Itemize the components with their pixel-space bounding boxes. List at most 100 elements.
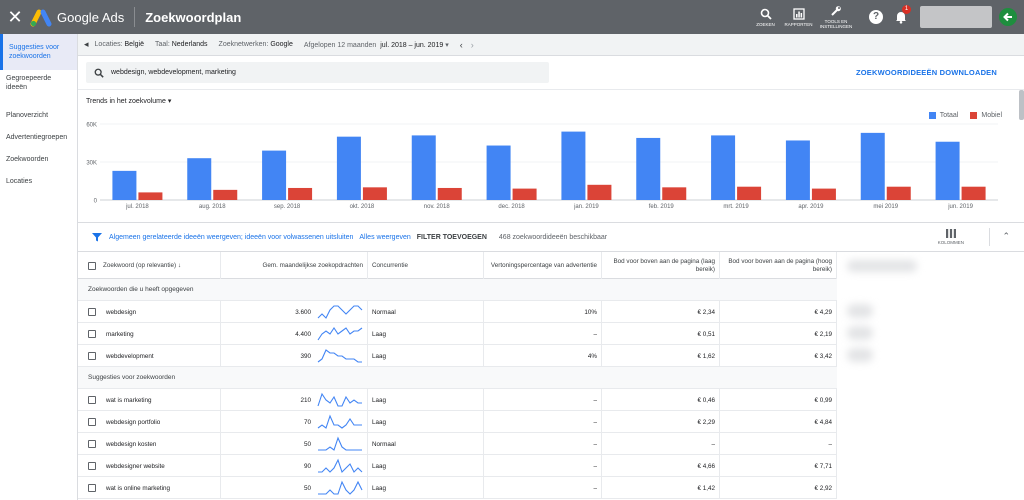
keyword-search-input[interactable]: webdesign, webdevelopment, marketing <box>86 62 549 83</box>
bar-mobile[interactable] <box>213 189 238 200</box>
sidebar-item-ad-groups[interactable]: Advertentiegroepen <box>0 133 77 142</box>
trend-sparkline <box>318 458 363 474</box>
select-all-checkbox[interactable] <box>88 261 96 270</box>
search-row: webdesign, webdevelopment, marketing ZOE… <box>78 56 1024 90</box>
bar-mobile[interactable] <box>737 186 762 200</box>
show-all-link[interactable]: Alles weergeven <box>359 234 410 241</box>
avg-searches-value: 4.400 <box>295 330 311 338</box>
language-filter[interactable]: Taal: Nederlands <box>155 41 208 48</box>
bar-total[interactable] <box>187 158 212 200</box>
keyword-text: wat is marketing <box>106 396 152 404</box>
bar-mobile[interactable] <box>288 187 313 200</box>
sparkline-path <box>318 458 363 474</box>
header-impression-share[interactable]: Vertoningspercentage van advertentie <box>484 252 602 279</box>
header-bid-high[interactable]: Bod voor boven aan de pagina (hoog berei… <box>720 252 837 279</box>
brand-name: Google Ads <box>57 9 125 25</box>
sidebar-item-plan-overview[interactable]: Planoverzicht <box>0 111 77 120</box>
notifications-button[interactable]: 1 <box>894 5 911 24</box>
dropdown-arrow-icon: ▾ <box>445 41 449 49</box>
bar-mobile[interactable] <box>961 186 986 200</box>
filter-icon[interactable] <box>91 231 103 243</box>
bar-total[interactable] <box>785 140 810 200</box>
competition-cell: Laag <box>368 411 484 433</box>
row-checkbox[interactable] <box>88 484 96 492</box>
sidebar-item-grouped-ideas[interactable]: Gegroepeerde ideeën <box>0 74 77 92</box>
bar-total[interactable] <box>112 170 137 200</box>
chevron-up-icon[interactable]: ⌃ <box>1002 231 1010 242</box>
header-bid-low[interactable]: Bod voor boven aan de pagina (laag berei… <box>602 252 720 279</box>
trend-sparkline <box>318 436 362 451</box>
help-icon[interactable]: ? <box>869 10 883 24</box>
y-tick-label: 0 <box>94 199 98 205</box>
competition-cell: Laag <box>368 389 484 411</box>
bar-total[interactable] <box>860 132 885 200</box>
add-filter-button[interactable]: FILTER TOEVOEGEN <box>417 234 487 241</box>
reports-button[interactable]: RAPPORTEN <box>782 7 815 27</box>
adult-ideas-filter-link[interactable]: Algemeen gerelateerde ideeën weergeven; … <box>109 234 353 241</box>
bar-mobile[interactable] <box>437 187 462 200</box>
language-value: Nederlands <box>171 41 208 48</box>
impression-share-cell: 10% <box>484 301 602 323</box>
scrollbar[interactable] <box>1019 90 1024 120</box>
row-checkbox[interactable] <box>88 396 96 404</box>
header-competition[interactable]: Concurrentie <box>368 252 484 279</box>
avg-searches-value: 90 <box>303 462 311 470</box>
date-range-filter[interactable]: Afgelopen 12 maanden jul. 2018 – jun. 20… <box>304 41 449 49</box>
row-checkbox[interactable] <box>88 352 96 360</box>
bar-mobile[interactable] <box>138 192 163 200</box>
competition-cell: Laag <box>368 477 484 499</box>
bar-total[interactable] <box>711 135 736 200</box>
chevron-left-icon[interactable]: ◂ <box>84 39 89 50</box>
bar-total[interactable] <box>336 136 361 200</box>
bid-high-cell: € 2,92 <box>720 477 837 499</box>
bar-mobile[interactable] <box>886 186 911 200</box>
row-checkbox[interactable] <box>88 308 96 316</box>
row-checkbox[interactable] <box>88 330 96 338</box>
bar-total[interactable] <box>561 131 586 200</box>
search-button[interactable]: ZOEKEN <box>749 8 782 27</box>
account-info[interactable] <box>920 6 992 28</box>
bid-high-cell: € 4,84 <box>720 411 837 433</box>
row-checkbox[interactable] <box>88 440 96 448</box>
network-filter[interactable]: Zoeknetwerken: Google <box>219 41 293 48</box>
bid-high-cell: € 4,29 <box>720 301 837 323</box>
bar-mobile[interactable] <box>512 188 537 200</box>
chevron-left-icon[interactable]: ‹ <box>460 40 463 50</box>
sidebar-item-locations[interactable]: Locaties <box>0 177 77 186</box>
bar-total[interactable] <box>935 141 960 200</box>
tools-button[interactable]: TOOLS EN INSTELLINGEN <box>815 5 857 29</box>
bar-chart: 0 30K 60K jul. 2018 aug. 2018 sep. 2018 okt. 2… <box>86 123 998 210</box>
bar-total[interactable] <box>262 150 287 200</box>
bar-mobile[interactable] <box>811 188 836 200</box>
sidebar-item-keywords[interactable]: Zoekwoorden <box>0 155 77 164</box>
tools-icon <box>831 6 841 16</box>
tools-label: TOOLS EN INSTELLINGEN <box>819 19 853 29</box>
close-icon[interactable]: ✕ <box>0 0 30 34</box>
bar-mobile[interactable] <box>662 187 687 200</box>
bar-total[interactable] <box>411 135 436 200</box>
blurred-content <box>847 304 873 318</box>
locations-filter[interactable]: Locaties: België <box>95 41 144 48</box>
keyword-cell: webdevelopment <box>78 345 221 367</box>
columns-icon <box>945 229 956 238</box>
divider <box>134 7 136 27</box>
back-button[interactable] <box>999 8 1017 26</box>
sidebar-item-keyword-ideas[interactable]: Suggesties voor zoekwoorden <box>0 34 77 70</box>
columns-button[interactable]: KOLOMMEN <box>938 229 964 245</box>
avg-searches-value: 50 <box>303 484 311 492</box>
download-keyword-ideas-button[interactable]: ZOEKWOORDIDEEËN DOWNLOADEN <box>856 68 997 77</box>
bar-total[interactable] <box>636 137 661 200</box>
chevron-right-icon[interactable]: › <box>471 40 474 50</box>
keyword-cell: wat is online marketing <box>78 477 221 499</box>
notification-badge: 1 <box>902 5 911 14</box>
header-avg-searches[interactable]: Gem. maandelijkse zoekopdrachten <box>221 252 368 279</box>
header-keyword[interactable]: Zoekwoord (op relevantie) ↓ <box>78 252 221 279</box>
row-checkbox[interactable] <box>88 462 96 470</box>
avg-searches-value: 70 <box>303 418 311 426</box>
row-checkbox[interactable] <box>88 418 96 426</box>
bar-mobile[interactable] <box>587 184 612 200</box>
search-label: ZOEKEN <box>756 21 775 27</box>
sparkline-path <box>317 327 363 341</box>
bar-mobile[interactable] <box>362 187 387 200</box>
bar-total[interactable] <box>486 145 511 200</box>
